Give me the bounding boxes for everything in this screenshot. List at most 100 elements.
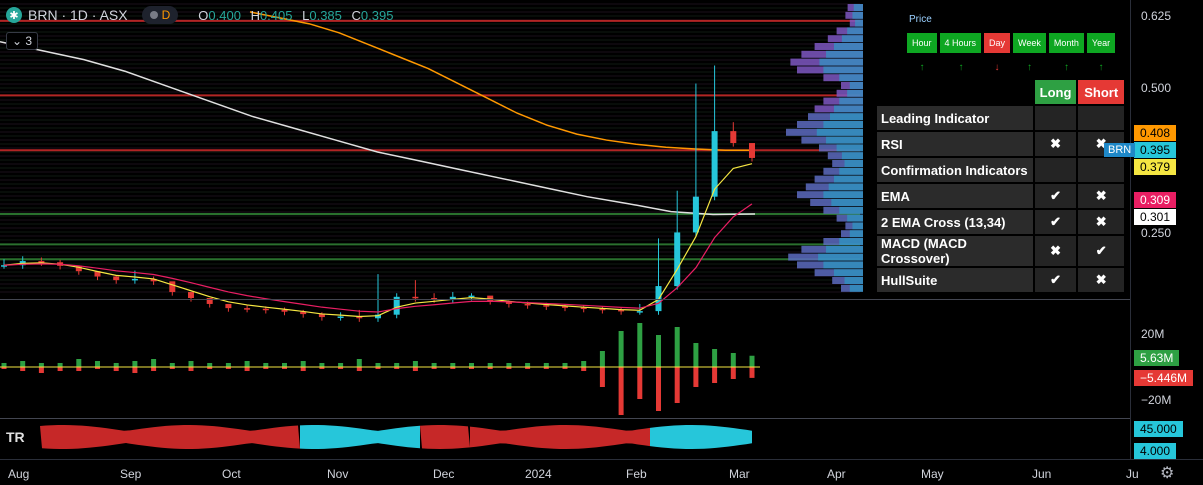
volume-buy-bar bbox=[525, 363, 531, 367]
indicator-name: 2 EMA Cross (13,34) bbox=[877, 210, 1033, 234]
arrow-down-icon: ↓ bbox=[994, 62, 1000, 73]
volume-buy-bar bbox=[431, 363, 437, 367]
volume-profile-bar-inner bbox=[818, 253, 863, 261]
volume-buy-bar bbox=[113, 363, 119, 367]
timeframe-4-hours[interactable]: 4 Hours bbox=[939, 33, 982, 53]
volume-profile-bar-inner bbox=[853, 4, 863, 11]
market-closed-dot-icon bbox=[149, 11, 158, 19]
check-icon: ✔ bbox=[1034, 268, 1077, 292]
close-value: 0.395 bbox=[360, 7, 394, 23]
leading-rows: RSI ✖ ✖ bbox=[877, 132, 1124, 156]
volume-sell-bar bbox=[151, 367, 157, 371]
cross-icon: ✖ bbox=[1078, 184, 1124, 208]
long-header: Long bbox=[1034, 80, 1077, 104]
volume-buy-bar bbox=[599, 351, 605, 367]
volume-profile-bar-inner bbox=[826, 50, 863, 58]
volume-sell-bar bbox=[356, 367, 362, 371]
indicator-row: RSI ✖ ✖ bbox=[877, 132, 1124, 156]
asx-logo-icon: ✱ bbox=[6, 7, 22, 23]
volume-profile-bar-inner bbox=[819, 58, 863, 66]
volume-buy-bar bbox=[338, 363, 344, 367]
volume-sell-bar bbox=[38, 367, 44, 373]
volume-tick: 20M bbox=[1141, 327, 1165, 341]
volume-buy-bar bbox=[730, 353, 736, 367]
volume-sell-bar bbox=[76, 367, 82, 371]
timeframe-week[interactable]: Week bbox=[1013, 33, 1046, 53]
volume-buy-bar bbox=[749, 355, 755, 367]
volume-buy-bar bbox=[506, 363, 512, 367]
time-label: Dec bbox=[433, 467, 455, 481]
cross-icon: ✖ bbox=[1034, 236, 1077, 266]
price-title: Price bbox=[909, 14, 932, 25]
time-axis[interactable]: Aug Sep Oct Nov Dec 2024 Feb Mar Apr May Jun Ju ⚙ bbox=[0, 459, 1203, 485]
time-label: Aug bbox=[8, 467, 30, 481]
volume-sell-bar bbox=[749, 367, 755, 378]
volume-buy-bar bbox=[618, 331, 624, 367]
pane-separator[interactable] bbox=[0, 299, 1130, 300]
indicator-count: 3 bbox=[25, 34, 33, 48]
section-blank bbox=[1034, 158, 1077, 182]
timeframe-month[interactable]: Month bbox=[1048, 33, 1084, 53]
timeframe-year[interactable]: Year bbox=[1086, 33, 1116, 53]
tradingview-logo-icon: TR bbox=[6, 429, 25, 445]
arrow-up-icon: ↑ bbox=[1098, 62, 1104, 73]
candle-body bbox=[543, 305, 550, 307]
gear-icon[interactable]: ⚙ bbox=[1160, 463, 1174, 483]
timeframe-hour[interactable]: Hour bbox=[907, 33, 937, 53]
section-blank bbox=[1078, 158, 1124, 182]
volume-profile-bar-inner bbox=[828, 183, 863, 191]
volume-profile-bar-inner bbox=[847, 27, 863, 35]
volume-sell-bar bbox=[57, 367, 63, 371]
volume-profile-bar-inner bbox=[849, 230, 863, 238]
pane-separator[interactable] bbox=[0, 418, 1130, 419]
symbol-price-tag: BRN bbox=[1104, 143, 1136, 157]
volume-profile-bar-inner bbox=[830, 113, 863, 121]
arrow-up-icon: ↑ bbox=[958, 62, 964, 73]
candle-body bbox=[730, 131, 737, 144]
volume-profile-bar-inner bbox=[823, 191, 863, 199]
chevron-down-icon: ⌄ bbox=[12, 34, 23, 48]
arrow-up-icon: ↑ bbox=[1027, 62, 1032, 73]
high-value: 0.405 bbox=[259, 7, 293, 23]
volume-profile-bar-inner bbox=[847, 214, 863, 222]
time-label: Apr bbox=[827, 467, 846, 481]
volume-sell-bar bbox=[412, 367, 418, 371]
ema-200-line bbox=[249, 11, 755, 151]
volume-profile-bar-inner bbox=[839, 167, 863, 175]
volume-profile-bar-inner bbox=[826, 136, 863, 144]
volume-buy-bar bbox=[581, 361, 587, 367]
volume-buy-bar bbox=[207, 363, 213, 367]
price-badge-sma: 0.301 bbox=[1134, 209, 1177, 225]
volume-profile-bar-inner bbox=[823, 66, 863, 74]
price-badge-last: 0.395 bbox=[1134, 142, 1177, 158]
symbol-title[interactable]: BRN · 1D · ASX bbox=[28, 7, 128, 23]
indicator-name: EMA bbox=[877, 184, 1033, 208]
volume-buy-bar bbox=[132, 361, 138, 367]
volume-sell-bar bbox=[188, 367, 194, 371]
volume-buy-bar bbox=[412, 361, 418, 367]
candle-body bbox=[262, 308, 269, 311]
volume-sell-bar bbox=[300, 367, 306, 371]
price-badge-slow: 0.309 bbox=[1134, 192, 1177, 208]
volume-profile-bar-inner bbox=[839, 238, 863, 245]
leading-title: Leading Indicator bbox=[877, 106, 1033, 130]
volume-buy-bar bbox=[637, 323, 643, 367]
volume-buy-bar bbox=[244, 361, 250, 367]
volume-profile-bar-inner bbox=[833, 175, 863, 183]
volume-profile-bar-inner bbox=[816, 128, 863, 136]
candle-body bbox=[169, 281, 176, 293]
volume-profile-bar-inner bbox=[833, 43, 863, 50]
timeframe-day[interactable]: Day bbox=[984, 33, 1011, 53]
volume-profile-bar-inner bbox=[852, 11, 863, 19]
volume-profile-bar-inner bbox=[852, 222, 863, 230]
market-status[interactable]: D bbox=[141, 6, 179, 24]
candle-body bbox=[131, 278, 138, 281]
indicators-collapse-button[interactable]: ⌄ 3 bbox=[6, 32, 39, 50]
section-blank bbox=[1034, 106, 1077, 130]
volume-buy-bar bbox=[38, 363, 44, 367]
timeframe-row: Hour 4 Hours Day Week Month Year bbox=[907, 33, 1116, 53]
volume-sell-bar bbox=[674, 367, 680, 403]
volume-buy-bar bbox=[95, 361, 100, 367]
volume-profile-bar-inner bbox=[839, 97, 863, 105]
volume-profile-bar-inner bbox=[833, 105, 863, 113]
